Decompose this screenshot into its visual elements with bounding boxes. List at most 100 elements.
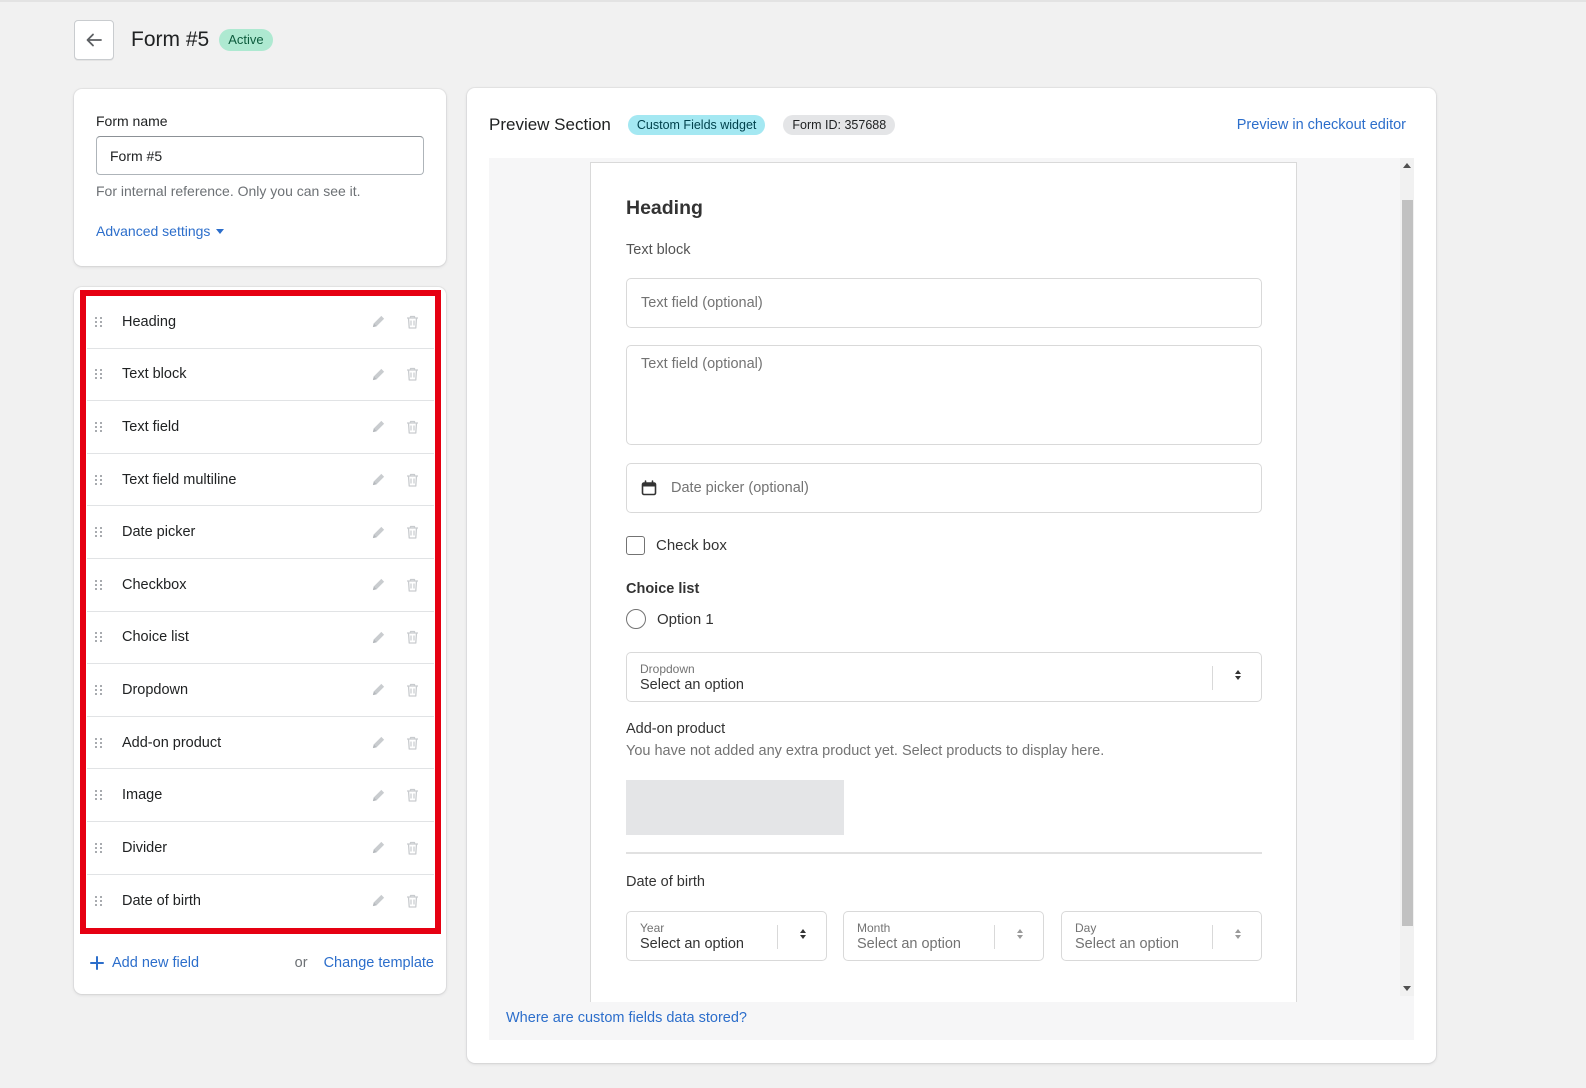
pencil-icon[interactable] [370,472,386,488]
select-separator [777,925,778,949]
preview-dropdown[interactable]: Dropdown Select an option [626,652,1262,702]
add-new-field-link[interactable]: Add new field [112,955,199,971]
drag-handle-icon[interactable] [95,579,105,590]
drag-handle-icon[interactable] [95,737,105,748]
trash-icon[interactable] [404,577,420,593]
field-row[interactable]: Heading [87,296,434,349]
pencil-icon[interactable] [370,629,386,645]
pencil-icon[interactable] [370,314,386,330]
drag-handle-icon[interactable] [95,684,105,695]
pencil-icon[interactable] [370,893,386,909]
preview-text-multiline[interactable]: Text field (optional) [626,345,1262,445]
trash-icon[interactable] [404,893,420,909]
addon-description: You have not added any extra product yet… [626,743,1105,759]
field-row[interactable]: Text block [87,349,434,402]
pencil-icon[interactable] [370,577,386,593]
scroll-thumb[interactable] [1402,200,1413,926]
field-row[interactable]: Image [87,769,434,822]
drag-handle-icon[interactable] [95,316,105,327]
preview-card: Preview Section Custom Fields widget For… [467,88,1436,1063]
field-label: Image [122,787,163,804]
trash-icon[interactable] [404,735,420,751]
preview-checkout-link[interactable]: Preview in checkout editor [1237,117,1406,133]
custom-fields-storage-link[interactable]: Where are custom fields data stored? [506,1010,747,1026]
back-button[interactable] [74,20,114,60]
drag-handle-icon[interactable] [95,632,105,643]
preview-date-picker[interactable]: Date picker (optional) [626,463,1262,513]
field-row[interactable]: Text field [87,401,434,454]
plus-icon[interactable] [90,956,104,970]
form-name-input[interactable] [96,136,424,175]
pencil-icon[interactable] [370,840,386,856]
trash-icon[interactable] [404,314,420,330]
drag-handle-icon[interactable] [95,421,105,432]
field-row[interactable]: Date picker [87,506,434,559]
caret-down-icon [216,228,225,234]
field-row[interactable]: Text field multiline [87,454,434,507]
trash-icon[interactable] [404,524,420,540]
scroll-up-icon[interactable] [1403,163,1411,168]
field-label: Date of birth [122,892,201,909]
choice-list-title: Choice list [626,581,700,597]
drag-handle-icon[interactable] [95,527,105,538]
drag-handle-icon[interactable] [95,895,105,906]
trash-icon[interactable] [404,682,420,698]
trash-icon[interactable] [404,419,420,435]
dropdown-label: Dropdown [640,662,695,676]
page-header: Form #5 Active [74,20,273,60]
dob-day-value: Select an option [1075,936,1179,952]
field-row[interactable]: Dropdown [87,664,434,717]
pencil-icon[interactable] [370,524,386,540]
field-label: Dropdown [122,681,189,698]
checkbox-icon[interactable] [626,536,645,555]
calendar-icon [641,480,657,496]
trash-icon[interactable] [404,472,420,488]
choice-option[interactable]: Option 1 [626,609,1262,629]
field-label: Choice list [122,629,189,646]
drag-handle-icon[interactable] [95,842,105,853]
pencil-icon[interactable] [370,787,386,803]
trash-icon[interactable] [404,840,420,856]
preview-text-field[interactable]: Text field (optional) [626,278,1262,328]
drag-handle-icon[interactable] [95,790,105,801]
preview-checkbox[interactable]: Check box [626,536,1262,555]
select-separator [994,925,995,949]
trash-icon[interactable] [404,629,420,645]
field-row[interactable]: Choice list [87,612,434,665]
arrow-left-icon [86,33,102,47]
preview-divider [626,852,1262,854]
dob-month-value: Select an option [857,936,961,952]
dob-month-label: Month [857,921,891,935]
advanced-settings-label: Advanced settings [96,223,211,239]
field-row[interactable]: Date of birth [87,875,434,928]
form-id-badge: Form ID: 357688 [783,115,896,135]
dob-day-select[interactable]: Day Select an option [1061,911,1262,961]
widget-badge: Custom Fields widget [627,115,766,135]
change-template-link[interactable]: Change template [324,955,434,971]
or-text: or [294,955,308,971]
dob-year-select[interactable]: Year Select an option [626,911,827,961]
select-arrows-icon [800,929,806,939]
pencil-icon[interactable] [370,735,386,751]
drag-handle-icon[interactable] [95,474,105,485]
preview-title: Preview Section [489,115,611,134]
checkbox-label: Check box [656,537,727,554]
pencil-icon[interactable] [370,419,386,435]
field-row[interactable]: Add-on product [87,717,434,770]
pencil-icon[interactable] [370,366,386,382]
drag-handle-icon[interactable] [95,369,105,380]
radio-icon[interactable] [626,609,646,629]
top-divider [0,0,1586,2]
field-row[interactable]: Checkbox [87,559,434,612]
trash-icon[interactable] [404,787,420,803]
pencil-icon[interactable] [370,682,386,698]
preview-scrollbar[interactable] [1400,158,1414,996]
dob-month-select[interactable]: Month Select an option [843,911,1044,961]
field-row[interactable]: Divider [87,822,434,875]
scroll-down-icon[interactable] [1403,986,1411,991]
trash-icon[interactable] [404,366,420,382]
form-preview-frame: Heading Text block Text field (optional)… [590,162,1297,1002]
preview-header: Preview Section Custom Fields widget For… [489,112,1406,138]
advanced-settings-link[interactable]: Advanced settings [96,223,424,239]
addon-title: Add-on product [626,721,726,737]
